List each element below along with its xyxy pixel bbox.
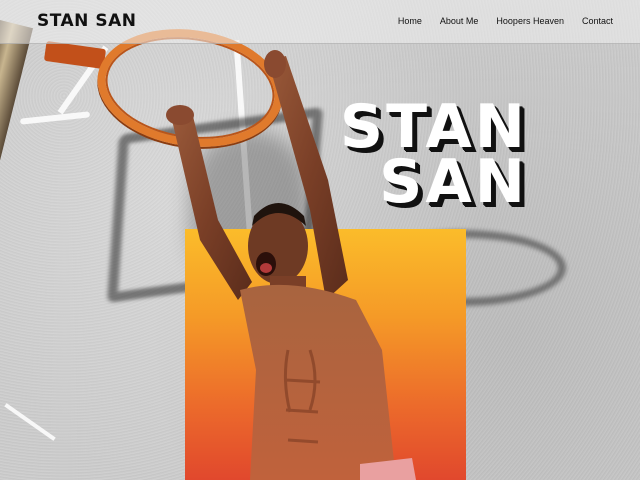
nav-home[interactable]: Home xyxy=(398,16,422,26)
brand-logo[interactable]: STAN SAN xyxy=(37,11,136,31)
main-nav: Home About Me Hoopers Heaven Contact xyxy=(398,16,613,26)
site-header: STAN SAN Home About Me Hoopers Heaven Co… xyxy=(0,0,640,44)
hero-title-line-2: SAN xyxy=(379,147,528,217)
page: STAN SAN Home About Me Hoopers Heaven Co… xyxy=(0,0,640,480)
hero-title: STAN SAN xyxy=(340,97,528,217)
nav-hoopers-heaven[interactable]: Hoopers Heaven xyxy=(496,16,564,26)
nav-about-me[interactable]: About Me xyxy=(440,16,479,26)
nav-contact[interactable]: Contact xyxy=(582,16,613,26)
